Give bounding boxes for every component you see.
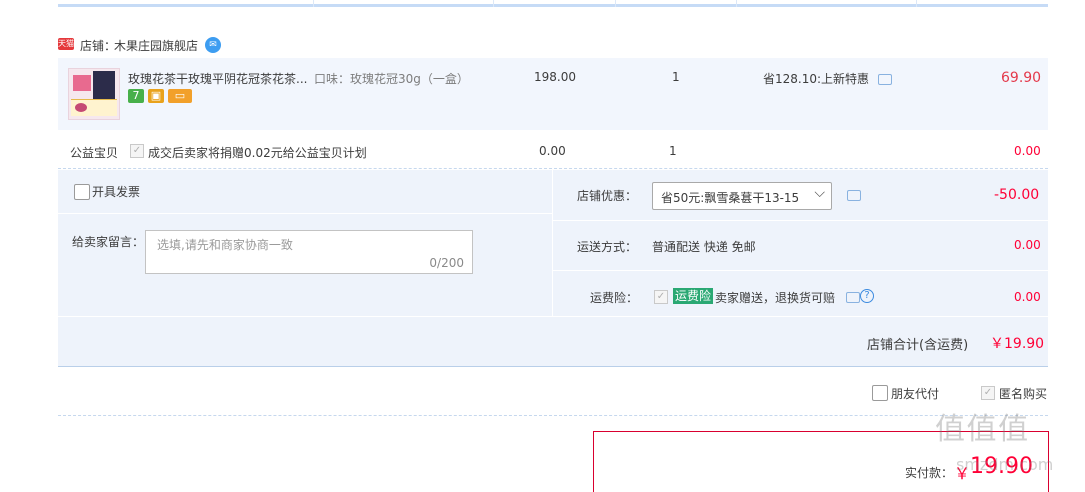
header-divider — [615, 0, 616, 7]
item-total: 69.90 — [1001, 70, 1042, 86]
order-item-row: 玫瑰花茶干玫瑰平阴花冠茶花茶... 口味：玫瑰花冠30g（一盒） 7 ▣ ▭ 1… — [58, 58, 1048, 130]
insurance-tag: 运费险 — [673, 288, 714, 304]
table-header-line — [58, 0, 1048, 7]
charity-qty: 1 — [669, 144, 677, 158]
charity-row: 公益宝贝 ✓ 成交后卖家将捐赠0.02元给公益宝贝计划 0.00 1 0.00 — [58, 134, 1048, 169]
tmall-badge-icon: 天猫 — [58, 38, 74, 50]
shipping-label: 运送方式： — [577, 240, 638, 254]
header-divider — [916, 0, 917, 7]
chevron-down-icon: ⌵ — [814, 185, 825, 201]
product-title-link[interactable]: 玫瑰花茶干玫瑰平阴花冠茶花茶... — [128, 70, 307, 87]
shop-subtotal-label: 店铺合计(含运费) — [867, 338, 969, 353]
discount-info: 省128.10:上新特惠 — [763, 72, 870, 86]
guarantee-icon: ▣ — [148, 89, 164, 103]
charity-label: 公益宝贝 — [70, 146, 119, 160]
divider — [552, 170, 553, 316]
shop-row: 天猫 店铺： 木果庄园旗舰店 ✉ — [58, 30, 1048, 59]
unit-price: 198.00 — [534, 70, 576, 84]
watermark-text: smzdm.com — [956, 455, 1054, 474]
message-icon[interactable] — [878, 74, 892, 85]
message-icon[interactable] — [847, 190, 861, 201]
divider — [58, 414, 1048, 416]
anonymous-label: 匿名购买 — [999, 387, 1048, 401]
anonymous-checkbox[interactable]: ✓ — [981, 386, 995, 400]
insurance-label: 运费险： — [590, 291, 639, 305]
divider — [58, 316, 1048, 317]
charity-price: 0.00 — [539, 144, 566, 158]
promo-selected: 省50元:飘雪桑葚干13-15 — [661, 191, 800, 205]
shipping-amount: 0.00 — [1014, 238, 1041, 252]
invoice-checkbox[interactable] — [74, 184, 90, 200]
promo-label: 店铺优惠： — [577, 189, 638, 203]
payment-label: 实付款： — [905, 466, 954, 480]
divider — [553, 270, 1048, 271]
credit-card-icon: ▭ — [168, 89, 192, 103]
watermark-logo: 值 值 值 — [935, 412, 1028, 447]
friend-pay-label: 朋友代付 — [891, 387, 940, 401]
shop-name-link[interactable]: 木果庄园旗舰店 — [114, 37, 198, 54]
invoice-label: 开具发票 — [92, 185, 141, 199]
divider — [553, 220, 1048, 221]
shipping-value: 普通配送 快递 免邮 — [652, 240, 756, 254]
product-thumbnail[interactable] — [68, 68, 120, 120]
header-divider — [493, 0, 494, 7]
charity-total: 0.00 — [1014, 144, 1041, 158]
seller-message-input[interactable]: 选填,请先和商家协商一致 0/200 — [145, 230, 473, 274]
friend-pay-checkbox[interactable] — [872, 385, 888, 401]
product-sku: 口味：玫瑰花冠30g（一盒） — [314, 72, 469, 86]
divider — [58, 213, 552, 214]
promo-select[interactable]: 省50元:飘雪桑葚干13-15 ⌵ — [652, 182, 832, 210]
char-counter: 0/200 — [429, 256, 464, 270]
quantity: 1 — [672, 70, 680, 84]
message-placeholder: 选填,请先和商家协商一致 — [157, 238, 293, 252]
insurance-desc: 卖家赠送，退换货可赔 — [715, 291, 836, 305]
wangwang-chat-icon[interactable]: ✉ — [205, 37, 221, 53]
insurance-checkbox[interactable]: ✓ — [654, 290, 668, 304]
help-icon[interactable]: ? — [860, 289, 874, 303]
insurance-amount: 0.00 — [1014, 290, 1041, 304]
charity-checkbox[interactable]: ✓ — [130, 144, 144, 158]
message-label: 给卖家留言： — [72, 235, 145, 249]
message-icon[interactable] — [846, 292, 860, 303]
charity-desc: 成交后卖家将捐赠0.02元给公益宝贝计划 — [148, 146, 367, 160]
shop-label: 店铺： — [80, 39, 117, 53]
shop-subtotal-amount: ￥19.90 — [990, 336, 1045, 352]
header-divider — [736, 0, 737, 7]
seven-day-return-icon: 7 — [128, 89, 144, 103]
header-divider — [313, 0, 314, 7]
promo-amount: -50.00 — [994, 187, 1040, 203]
